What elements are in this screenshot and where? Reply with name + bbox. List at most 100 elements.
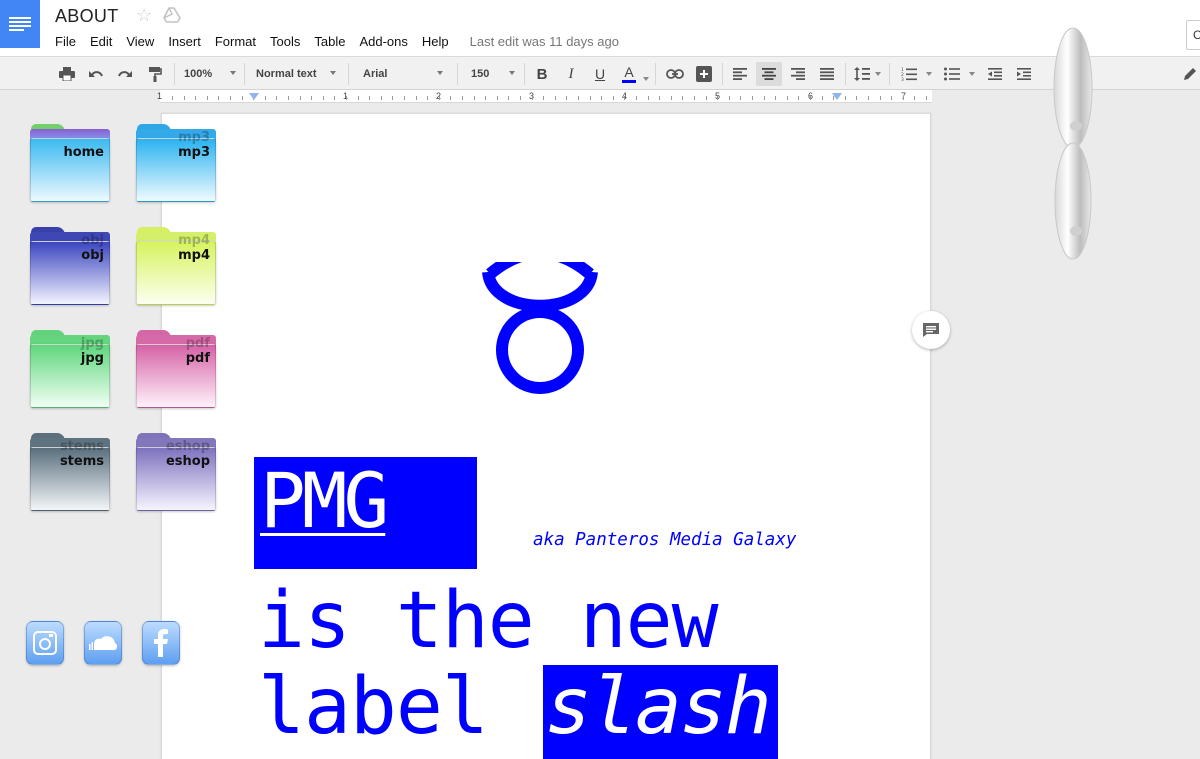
ruler-tick <box>334 96 335 100</box>
editing-mode-pencil-icon[interactable] <box>1180 62 1200 86</box>
link-icon[interactable] <box>664 62 686 86</box>
ruler-tick <box>381 96 382 100</box>
folder-ghost-label: pdf <box>185 336 210 351</box>
line-spacing-icon[interactable] <box>851 62 873 86</box>
ruler-tick <box>276 96 277 100</box>
document-page[interactable]: PMG aka Panteros Media Galaxy is the new… <box>161 113 931 759</box>
folder-eshop[interactable]: eshop eshop <box>136 433 216 513</box>
ruler-tick <box>775 96 776 100</box>
print-icon[interactable] <box>56 62 78 86</box>
add-comment-button[interactable] <box>912 311 950 349</box>
folder-mp4[interactable]: mp4 mp4 <box>136 227 216 307</box>
ruler-tick <box>822 96 823 100</box>
bulleted-list-caret-icon[interactable] <box>969 72 975 76</box>
right-indent-marker[interactable] <box>832 93 842 100</box>
docs-logo-icon[interactable] <box>0 0 40 48</box>
ruler-tick <box>682 96 683 100</box>
bold-button[interactable]: B <box>531 62 553 86</box>
menu-format[interactable]: Format <box>215 34 256 49</box>
align-justify-icon[interactable] <box>816 62 838 86</box>
ruler-tick <box>903 96 904 100</box>
document-title[interactable]: ABOUT <box>55 6 119 27</box>
body-line-3[interactable]: label <box>258 668 534 746</box>
ruler-tick <box>659 96 660 100</box>
ruler-tick <box>195 96 196 100</box>
ruler-tick <box>764 96 765 100</box>
font-select[interactable]: Arial <box>363 62 443 86</box>
style-select[interactable]: Normal text <box>256 62 336 86</box>
text-color-caret-icon[interactable] <box>643 77 649 81</box>
align-left-icon[interactable] <box>729 62 751 86</box>
decrease-indent-icon[interactable] <box>984 62 1006 86</box>
folder-mp3[interactable]: mp3 mp3 <box>136 124 216 204</box>
ruler-tick <box>427 96 428 100</box>
folder-stems[interactable]: stems stems <box>30 433 110 513</box>
underline-button[interactable]: U <box>589 62 611 86</box>
undo-icon[interactable] <box>85 62 107 86</box>
instagram-icon[interactable] <box>26 621 64 665</box>
slash-text[interactable]: slash <box>545 668 772 746</box>
ruler-tick <box>717 96 718 100</box>
soundcloud-icon[interactable] <box>84 621 122 665</box>
ruler[interactable]: 1 1 2 3 4 5 6 7 <box>157 90 932 103</box>
folder-ghost-label: stems <box>59 439 104 454</box>
toolbar: 100% Normal text Arial 150 B I U A 123 <box>0 56 1200 90</box>
ruler-tick <box>636 96 637 100</box>
star-icon[interactable]: ☆ <box>136 5 152 26</box>
ruler-tick <box>392 96 393 100</box>
svg-text:3: 3 <box>901 77 904 81</box>
ruler-tick <box>590 96 591 100</box>
ruler-tick <box>532 96 533 100</box>
ruler-tick <box>497 96 498 100</box>
folder-ghost-label: eshop <box>165 439 210 454</box>
menu-addons[interactable]: Add-ons <box>359 34 407 49</box>
folder-label: mp3 <box>178 145 210 160</box>
ruler-tick <box>566 96 567 100</box>
bulleted-list-icon[interactable] <box>941 62 963 86</box>
menu-insert[interactable]: Insert <box>168 34 201 49</box>
menu-table[interactable]: Table <box>314 34 345 49</box>
folder-jpg[interactable]: jpg jpg <box>30 330 110 410</box>
ruler-tick <box>288 96 289 100</box>
comments-button[interactable]: C <box>1186 20 1200 50</box>
menu-edit[interactable]: Edit <box>90 34 112 49</box>
folder-pdf[interactable]: pdf pdf <box>136 330 216 410</box>
folder-home[interactable]: home <box>30 124 110 204</box>
menu-tools[interactable]: Tools <box>270 34 300 49</box>
folder-label: mp4 <box>178 248 210 263</box>
ruler-tick <box>323 96 324 100</box>
align-right-icon[interactable] <box>787 62 809 86</box>
ruler-tick <box>462 96 463 100</box>
text-color-button[interactable]: A <box>617 62 641 86</box>
ruler-tick <box>694 96 695 100</box>
ruler-tick <box>184 96 185 100</box>
drive-folder-icon[interactable] <box>163 7 181 28</box>
italic-button[interactable]: I <box>560 62 582 86</box>
ruler-tick <box>508 96 509 100</box>
increase-indent-icon[interactable] <box>1013 62 1035 86</box>
menu-file[interactable]: File <box>55 34 76 49</box>
folder-label: obj <box>81 248 104 263</box>
ruler-tick <box>671 96 672 100</box>
facebook-icon[interactable] <box>142 621 180 665</box>
align-center-icon[interactable] <box>756 62 782 86</box>
folder-obj[interactable]: obj obj <box>30 227 110 307</box>
menu-help[interactable]: Help <box>422 34 449 49</box>
font-size-select[interactable]: 150 <box>471 62 515 86</box>
menu-view[interactable]: View <box>126 34 154 49</box>
ruler-tick <box>810 96 811 100</box>
zoom-select[interactable]: 100% <box>184 62 236 86</box>
body-line-2[interactable]: is the new <box>258 582 719 660</box>
left-indent-marker[interactable] <box>249 93 259 100</box>
paint-format-icon[interactable] <box>144 62 166 86</box>
last-edit-status[interactable]: Last edit was 11 days ago <box>470 34 619 49</box>
numbered-list-icon[interactable]: 123 <box>898 62 920 86</box>
numbered-list-caret-icon[interactable] <box>926 72 932 76</box>
pmg-heading[interactable]: PMG <box>260 463 389 539</box>
redo-icon[interactable] <box>114 62 136 86</box>
insert-comment-icon[interactable] <box>693 62 715 86</box>
line-spacing-caret-icon[interactable] <box>875 72 881 76</box>
aka-subtitle[interactable]: aka Panteros Media Galaxy <box>533 530 796 550</box>
ruler-tick <box>868 96 869 100</box>
ruler-tick <box>242 96 243 100</box>
